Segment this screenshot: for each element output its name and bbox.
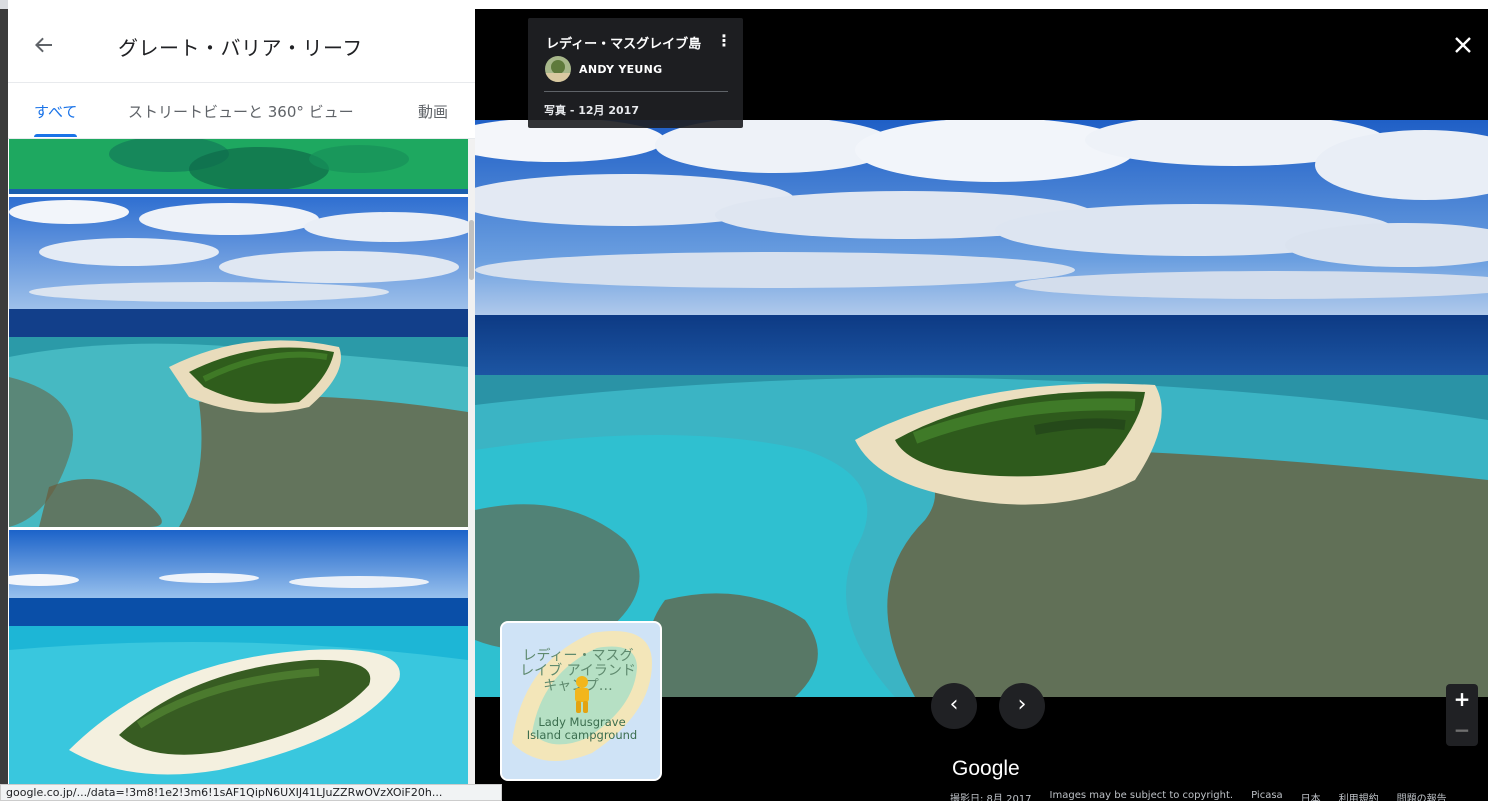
copyright-notice: Images may be subject to copyright. <box>1049 790 1234 801</box>
photo-grid <box>8 139 475 801</box>
chevron-right-icon: › <box>1017 692 1027 717</box>
photo-side-panel: グレート・バリア・リーフ すべて ストリートビューと 360° ビュー 動画 <box>8 9 475 801</box>
back-button[interactable] <box>30 31 58 59</box>
panel-scrollbar[interactable] <box>468 139 475 801</box>
report-link[interactable]: 問題の報告 <box>1397 790 1447 801</box>
capture-date: 撮影日: 8月 2017 <box>950 794 1032 801</box>
pegman-icon <box>575 676 589 713</box>
photo-thumbnail[interactable] <box>9 139 468 194</box>
more-vert-icon: ⋮ <box>716 31 732 50</box>
main-photo[interactable] <box>475 120 1488 697</box>
chevron-left-icon: ‹ <box>949 692 959 717</box>
photo-thumbnail[interactable] <box>9 530 468 801</box>
picasa-link[interactable]: Picasa <box>1251 790 1283 801</box>
viewer-footer: 撮影日: 8月 2017 Images may be subject to co… <box>950 790 1447 801</box>
terms-link[interactable]: 利用規約 <box>1339 790 1379 801</box>
divider <box>544 91 728 92</box>
avatar <box>545 56 571 82</box>
map-label-en: Lady Musgrave Island campground <box>526 715 638 742</box>
page-title: グレート・バリア・リーフ <box>118 36 363 60</box>
top-strip <box>0 0 1488 9</box>
close-button[interactable] <box>1450 32 1476 58</box>
more-options-button[interactable]: ⋮ <box>716 30 732 52</box>
photo-info-card: レディー・マスグレイブ島 ⋮ ANDY YEUNG 写真 - 12月 2017 <box>528 18 743 128</box>
tab-street-view-360[interactable]: ストリートビューと 360° ビュー <box>128 101 354 122</box>
maps-photo-viewer: グレート・バリア・リーフ すべて ストリートビューと 360° ビュー 動画 レ… <box>0 0 1488 801</box>
photo-tabs: すべて ストリートビューと 360° ビュー 動画 <box>8 82 475 139</box>
zoom-in-button[interactable]: + <box>1446 684 1478 715</box>
panel-header: グレート・バリア・リーフ <box>8 9 475 81</box>
author-name: ANDY YEUNG <box>579 62 663 76</box>
country-label: 日本 <box>1300 794 1321 801</box>
active-tab-indicator <box>34 134 77 137</box>
mini-map[interactable]: レディー・マスグレイブ アイランド キャンプ… Lady Musgrave Is… <box>500 621 662 781</box>
previous-photo-button[interactable]: ‹ <box>931 683 977 729</box>
google-logo: Google <box>952 757 1020 780</box>
photo-location-title[interactable]: レディー・マスグレイブ島 <box>546 33 701 52</box>
arrow-left-icon <box>35 37 52 53</box>
photo-thumbnail[interactable] <box>9 197 468 527</box>
close-icon <box>1455 37 1471 53</box>
tab-videos[interactable]: 動画 <box>418 101 448 122</box>
tab-all[interactable]: すべて <box>34 101 77 122</box>
zoom-out-button[interactable]: − <box>1446 715 1478 746</box>
status-bar-url: google.co.jp/.../data=!3m8!1e2!3m6!1sAF1… <box>0 784 502 801</box>
zoom-controls: + − <box>1446 684 1478 746</box>
window-edge <box>0 9 8 801</box>
photo-author[interactable]: ANDY YEUNG <box>545 56 663 82</box>
photo-date: 写真 - 12月 2017 <box>544 104 639 117</box>
next-photo-button[interactable]: › <box>999 683 1045 729</box>
